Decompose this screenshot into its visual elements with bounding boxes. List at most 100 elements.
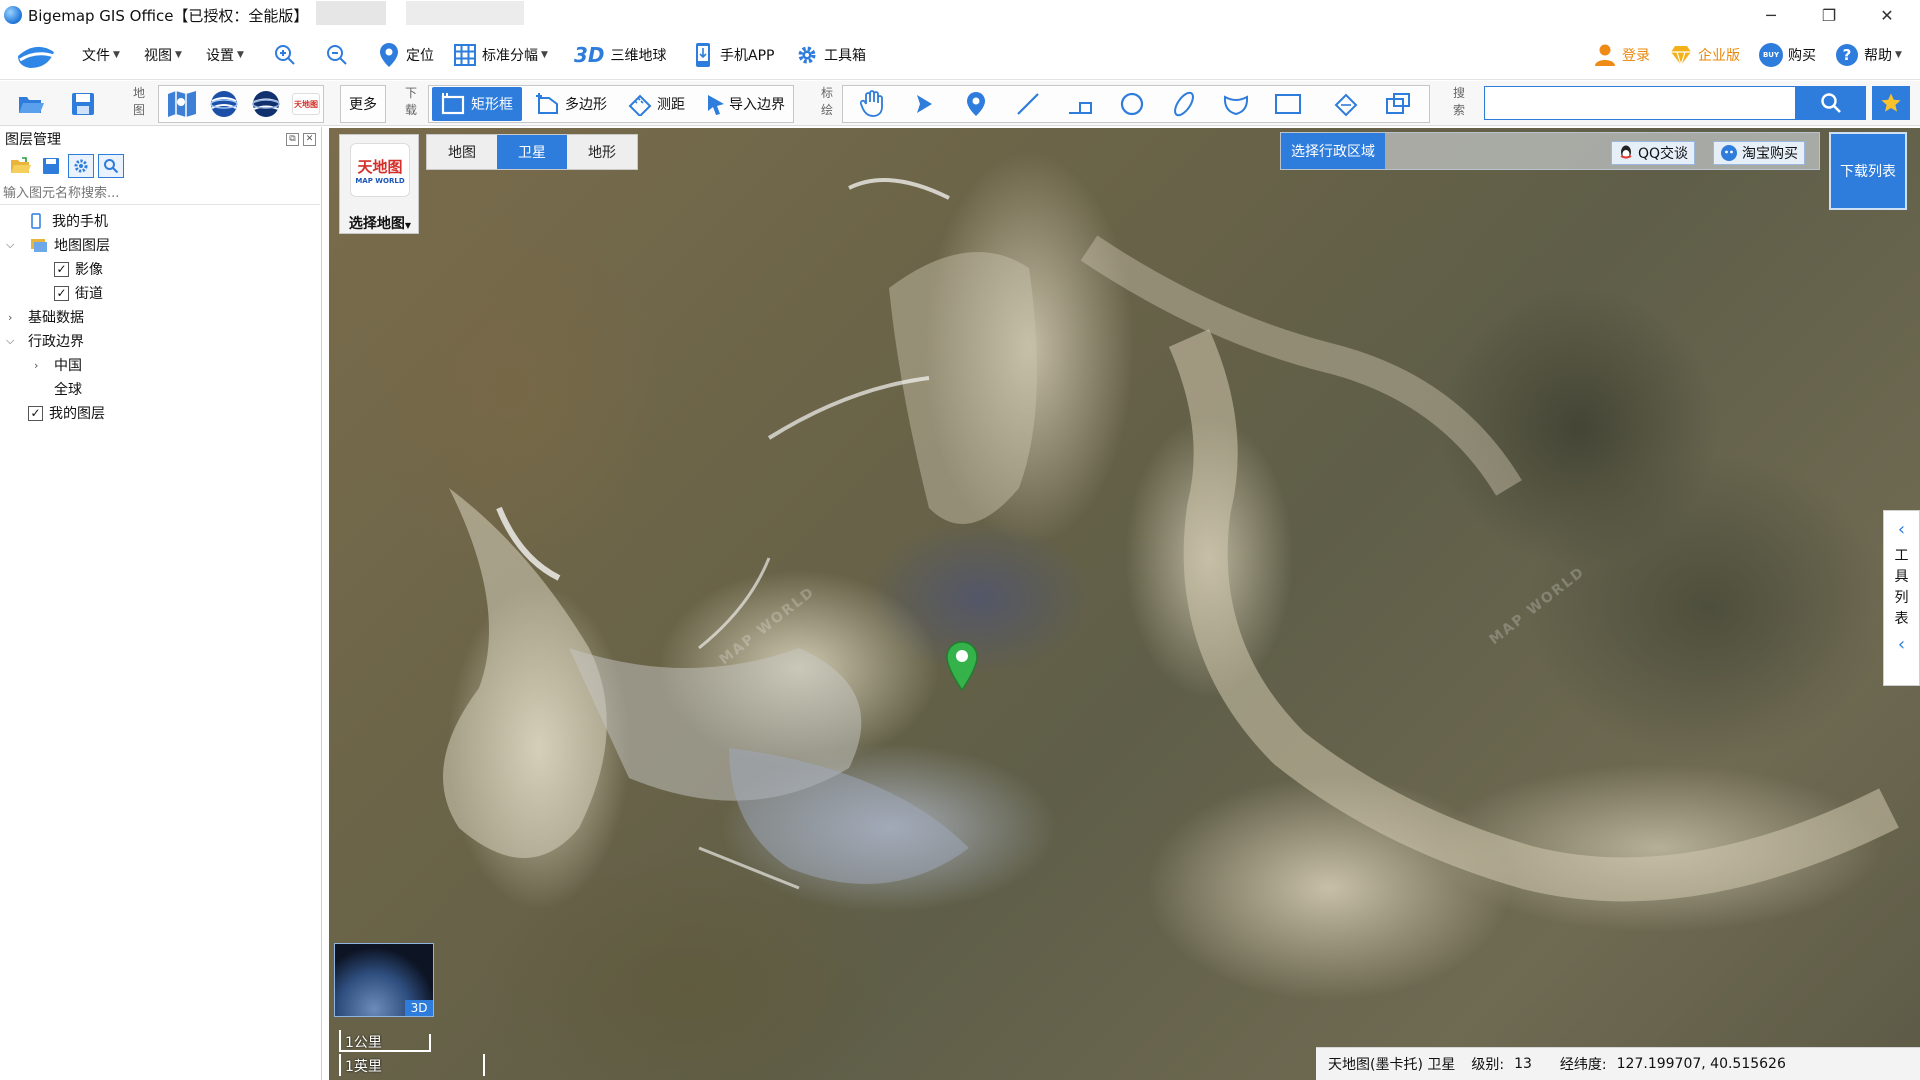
marker-tool-button[interactable]: [956, 87, 996, 121]
polygon-select-button[interactable]: 多边形: [528, 87, 614, 121]
search-group-label-char: 索: [1452, 103, 1465, 117]
favorites-button[interactable]: [1872, 86, 1910, 120]
open-layer-button[interactable]: [8, 154, 34, 178]
enterprise-button[interactable]: 企业版: [1668, 40, 1740, 70]
map-source-2-button[interactable]: [206, 87, 242, 121]
chevron-left-icon[interactable]: ‹: [1898, 519, 1905, 540]
location-pin-icon: [376, 42, 402, 68]
download-list-button[interactable]: 下载列表: [1829, 132, 1907, 210]
tree-label: 我的图层: [49, 406, 105, 422]
ellipse-tool-button[interactable]: [1164, 87, 1204, 121]
map-group-label-char: 地: [132, 86, 145, 100]
panel-close-button[interactable]: ✕: [303, 133, 316, 146]
select-tool-button[interactable]: [904, 87, 944, 121]
tree-item-map-layers[interactable]: ⌵ 地图图层: [0, 233, 321, 257]
search-button[interactable]: [1796, 86, 1866, 120]
tree-item-streets[interactable]: ✓ 街道: [0, 281, 321, 305]
layer-settings-button[interactable]: [68, 154, 94, 178]
tree-item-my-layers[interactable]: ✓ 我的图层: [0, 401, 321, 425]
zoom-out-button[interactable]: [324, 40, 354, 70]
globe-3d-button[interactable]: 3D 三维地球: [574, 40, 667, 70]
tree-item-imagery[interactable]: ✓ 影像: [0, 257, 321, 281]
buy-icon: BUY: [1758, 42, 1784, 68]
taobao-buy-button[interactable]: 淘宝购买: [1713, 141, 1805, 165]
tag-tool-button[interactable]: [1326, 87, 1366, 121]
tree-label: 街道: [75, 286, 103, 302]
map-source-1-button[interactable]: [164, 87, 200, 121]
standard-sheet-button[interactable]: 标准分幅 ▼: [452, 40, 548, 70]
sector-tool-button[interactable]: [1216, 87, 1256, 121]
undock-button[interactable]: ⧉: [286, 133, 299, 146]
zoom-in-button[interactable]: [272, 40, 302, 70]
chevron-down-icon[interactable]: ⌵: [6, 238, 14, 252]
bigemap-logo-icon[interactable]: [14, 34, 58, 74]
save-layer-button[interactable]: [38, 154, 64, 178]
chevron-down-icon[interactable]: ⌵: [6, 334, 14, 348]
buy-button[interactable]: BUY 购买: [1758, 40, 1816, 70]
open-folder-button[interactable]: [14, 87, 48, 121]
pan-tool-button[interactable]: [852, 87, 892, 121]
imagery-checkbox[interactable]: ✓: [54, 261, 69, 277]
chevron-down-icon: ▼: [113, 50, 120, 60]
streets-checkbox[interactable]: ✓: [54, 285, 69, 301]
map-source-tianditu-button[interactable]: 天地图: [290, 87, 322, 121]
crop-screen-icon: [1386, 93, 1410, 114]
chevron-right-icon[interactable]: ›: [34, 359, 38, 372]
select-region-button[interactable]: 选择行政区域: [1281, 133, 1385, 169]
tab-satellite[interactable]: 卫星: [497, 135, 567, 169]
circle-tool-button[interactable]: [1112, 87, 1152, 121]
menu-view[interactable]: 视图 ▼: [144, 40, 182, 70]
globe-3d-label: 三维地球: [610, 48, 667, 64]
region-bar: 选择行政区域 QQ交谈 淘宝购买: [1280, 132, 1820, 170]
rectangle-select-label: 矩形框: [471, 97, 513, 113]
my-layers-checkbox[interactable]: ✓: [28, 405, 43, 421]
close-button[interactable]: ✕: [1858, 0, 1916, 30]
circle-icon: [1120, 92, 1144, 116]
tab-map[interactable]: 地图: [427, 135, 497, 169]
help-button[interactable]: ? 帮助 ▼: [1834, 40, 1902, 70]
element-search-input[interactable]: [0, 183, 320, 205]
locate-button[interactable]: 定位: [376, 40, 434, 70]
toolbox-button[interactable]: 工具箱: [794, 40, 866, 70]
mobile-app-button[interactable]: 手机APP: [690, 40, 774, 70]
status-source: 天地图(墨卡托) 卫星: [1328, 1057, 1456, 1073]
map-selector[interactable]: 天地图 MAP WORLD 选择地图▼: [339, 134, 419, 234]
measure-button[interactable]: 测距: [622, 87, 690, 121]
layer-search-button[interactable]: [98, 154, 124, 178]
menu-file-label: 文件: [82, 48, 110, 64]
tree-label: 我的手机: [52, 214, 108, 230]
tree-item-my-phone[interactable]: 我的手机: [0, 209, 321, 233]
map-source-3-button[interactable]: [248, 87, 284, 121]
minimize-button[interactable]: ─: [1742, 0, 1800, 30]
rectangle-select-button[interactable]: 矩形框: [432, 87, 522, 121]
globe-3d-thumbnail[interactable]: 3D: [334, 943, 434, 1017]
place-search-input[interactable]: [1484, 86, 1796, 120]
tree-item-global[interactable]: 全球: [0, 377, 321, 401]
save-button[interactable]: [66, 87, 100, 121]
map-view[interactable]: MAP WORLD MAP WORLD 天地图 MAP WORLD 选择地图▼ …: [329, 128, 1920, 1080]
login-button[interactable]: 登录: [1592, 40, 1650, 70]
rectangle-tool-button[interactable]: [1268, 87, 1308, 121]
tool-list-tab[interactable]: ‹ 工 具 列 表 ‹: [1883, 510, 1920, 686]
more-button[interactable]: 更多: [340, 85, 386, 123]
chevron-left-icon[interactable]: ‹: [1898, 634, 1905, 655]
tool-list-char: 表: [1894, 611, 1909, 627]
tree-item-admin-border[interactable]: ⌵ 行政边界: [0, 329, 321, 353]
tree-item-base-data[interactable]: › 基础数据: [0, 305, 321, 329]
qq-chat-button[interactable]: QQ交谈: [1611, 141, 1696, 165]
diamond-icon: [1668, 42, 1694, 68]
tree-item-china[interactable]: › 中国: [0, 353, 321, 377]
tag-icon: [1334, 93, 1358, 117]
map-marker-icon[interactable]: [945, 640, 979, 692]
restore-button[interactable]: ❐: [1800, 0, 1858, 30]
polyline-tool-button[interactable]: [1060, 87, 1100, 121]
menu-settings[interactable]: 设置 ▼: [206, 40, 244, 70]
import-border-button[interactable]: 导入边界: [700, 87, 790, 121]
menu-file[interactable]: 文件 ▼: [82, 40, 120, 70]
chevron-right-icon[interactable]: ›: [8, 311, 12, 324]
line-tool-button[interactable]: [1008, 87, 1048, 121]
taobao-buy-label: 淘宝购买: [1742, 146, 1798, 162]
screenshot-tool-button[interactable]: [1378, 87, 1418, 121]
mark-group-label-char: 标: [820, 86, 833, 100]
tab-terrain[interactable]: 地形: [567, 135, 637, 169]
